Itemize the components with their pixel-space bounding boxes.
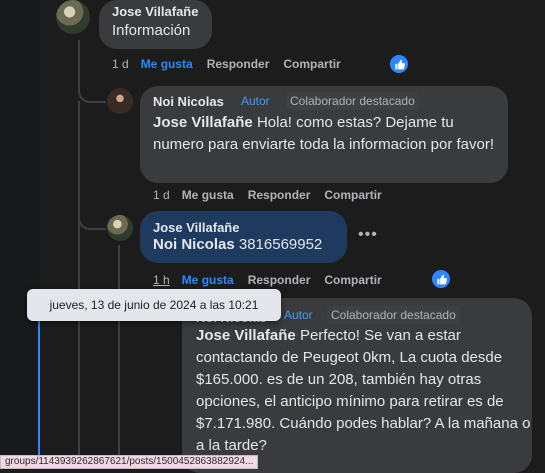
share-button[interactable]: Compartir (324, 273, 381, 287)
comment-body: 3816569952 (234, 236, 323, 253)
like-button[interactable]: Me gusta (182, 188, 234, 202)
comment-time[interactable]: 1 h (153, 273, 170, 287)
comment-text: Noi Nicolas 3816569952 (153, 234, 322, 256)
comment-actions: 1 h Me gusta Responder Compartir (153, 273, 396, 287)
avatar[interactable] (107, 88, 133, 114)
mention-link[interactable]: Jose Villafañe (196, 327, 296, 344)
mention-link[interactable]: Jose Villafañe (153, 114, 253, 131)
thread-connector (78, 85, 106, 103)
reply-button[interactable]: Responder (248, 188, 311, 202)
more-options-icon[interactable]: ••• (358, 226, 378, 244)
comment-author[interactable]: Jose Villafañe (112, 4, 198, 19)
comment-author[interactable]: Jose Villafañe (153, 220, 239, 235)
reply-button[interactable]: Responder (207, 57, 270, 71)
thread-line (78, 101, 80, 467)
reply-button[interactable]: Responder (248, 273, 311, 287)
timestamp-tooltip: jueves, 13 de junio de 2024 a las 10:21 (27, 289, 281, 321)
like-reaction-icon[interactable] (390, 55, 408, 73)
like-button[interactable]: Me gusta (141, 57, 193, 71)
like-reaction-icon[interactable] (432, 270, 450, 288)
left-panel (0, 0, 40, 467)
comment-body: Perfecto! Se van a estar contactando de … (196, 327, 531, 454)
like-button[interactable]: Me gusta (182, 273, 234, 287)
author-badge: Autor (241, 94, 270, 108)
comment-time[interactable]: 1 d (153, 188, 170, 202)
thread-connector (78, 210, 106, 230)
comment-actions: 1 d Me gusta Responder Compartir (153, 188, 396, 202)
mention-link[interactable]: Noi Nicolas (153, 236, 235, 253)
comment-time[interactable]: 1 d (112, 57, 129, 71)
author-badge: Autor (284, 308, 313, 322)
contributor-badge: Colaborador destacado (327, 306, 460, 324)
thread-line (118, 245, 120, 467)
contributor-badge: Colaborador destacado (286, 92, 419, 110)
thread-line-active (38, 300, 40, 467)
share-button[interactable]: Compartir (324, 188, 381, 202)
comment-text: Jose Villafañe Hola! como estas? Dejame … (153, 112, 498, 156)
avatar[interactable] (56, 0, 90, 34)
comment-text: Información (112, 22, 191, 39)
comment-actions: 1 d Me gusta Responder Compartir (112, 57, 355, 71)
avatar[interactable] (107, 215, 133, 241)
share-button[interactable]: Compartir (283, 57, 340, 71)
comment-author[interactable]: Noi Nicolas (153, 94, 224, 109)
comment-text: Jose Villafañe Perfecto! Se van a estar … (196, 325, 531, 457)
